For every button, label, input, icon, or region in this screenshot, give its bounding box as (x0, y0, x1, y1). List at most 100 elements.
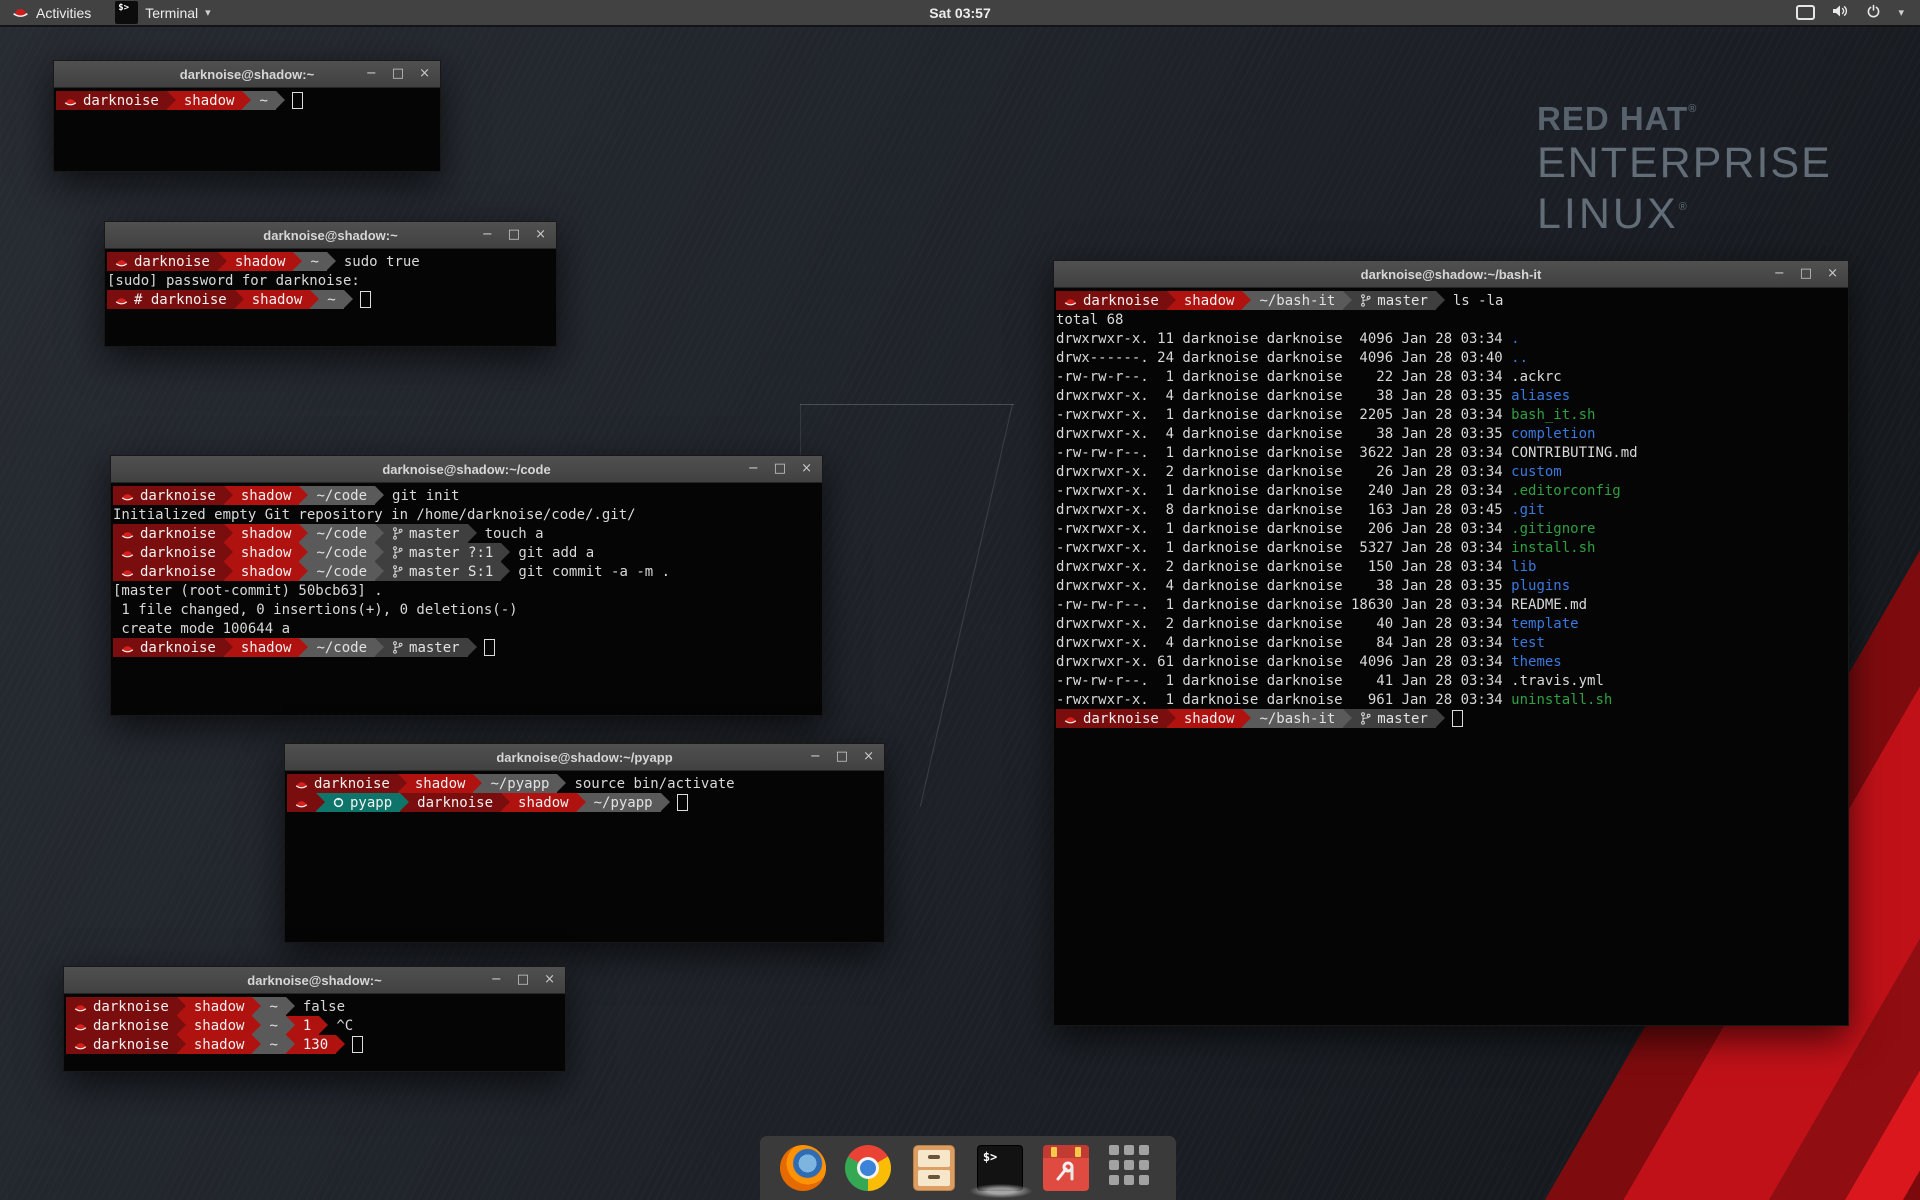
close-button[interactable]: × (1827, 261, 1838, 287)
file-name: plugins (1511, 578, 1570, 594)
display-icon[interactable] (1796, 5, 1815, 20)
segment-label: shadow (194, 999, 245, 1015)
terminal-line: -rwxrwxr-x. 1 darknoise darknoise 5327 J… (1056, 538, 1846, 557)
maximize-button[interactable]: □ (508, 222, 520, 248)
segment-label: ~ (327, 292, 335, 308)
powerline-separator (286, 1035, 295, 1054)
terminal-line: [sudo] password for darknoise: (107, 271, 554, 290)
powerline-separator (1343, 291, 1352, 310)
prompt-user-segment: darknoise (113, 486, 224, 505)
system-status-area[interactable]: ▾ (1796, 0, 1920, 26)
minimize-button[interactable]: − (366, 61, 377, 87)
window-titlebar[interactable]: darknoise@shadow:~ −□ × (64, 967, 565, 994)
powerline-separator (501, 562, 510, 581)
ls-columns: drwxrwxr-x. 2 darknoise darknoise 26 Jan… (1056, 464, 1511, 480)
power-icon[interactable] (1866, 4, 1881, 22)
prompt-git-segment: master (1352, 709, 1436, 728)
window-titlebar[interactable]: darknoise@shadow:~/code −□× (111, 456, 822, 483)
terminal-line: [master (root-commit) 50bcb63] . (113, 581, 820, 600)
segment-label: ~/bash-it (1259, 711, 1335, 727)
powerline-separator (375, 562, 384, 581)
terminal-cursor (677, 794, 688, 811)
files-icon[interactable] (913, 1145, 955, 1191)
ls-columns: drwxrwxr-x. 4 darknoise darknoise 84 Jan… (1056, 635, 1511, 651)
prompt-user-segment: darknoise (66, 1016, 177, 1035)
prompt-path-segment: ~/pyapp (586, 793, 661, 812)
terminal-line: Initialized empty Git repository in /hom… (113, 505, 820, 524)
terminal-content[interactable]: darknoiseshadow~/bash-itmasterls -latota… (1054, 288, 1848, 1025)
activities-button[interactable]: Activities (0, 0, 103, 26)
ls-columns: drwxrwxr-x. 4 darknoise darknoise 38 Jan… (1056, 578, 1511, 594)
window-titlebar[interactable]: darknoise@shadow:~/pyapp −□× (285, 744, 884, 771)
terminal-line: drwxrwxr-x. 8 darknoise darknoise 163 Ja… (1056, 500, 1846, 519)
segment-label: ~/code (316, 640, 367, 656)
ls-columns: -rwxrwxr-x. 1 darknoise darknoise 206 Ja… (1056, 521, 1511, 537)
file-name: .ackrc (1511, 369, 1562, 385)
terminal-icon[interactable]: $> (977, 1145, 1023, 1191)
prompt-host-segment: shadow (227, 252, 294, 271)
close-button[interactable]: × (863, 744, 874, 770)
prompt-host-segment: shadow (176, 91, 243, 110)
close-button[interactable]: × (544, 967, 555, 993)
segment-label: pyapp (350, 795, 392, 811)
prompt-path-segment: ~ (319, 290, 343, 309)
prompt-user-segment: darknoise (56, 91, 167, 110)
terminal-content[interactable]: darknoiseshadow~sudo true[sudo] password… (105, 249, 556, 346)
prompt-path-segment: ~/bash-it (1251, 709, 1343, 728)
firefox-icon[interactable] (780, 1145, 826, 1191)
terminal-content[interactable]: darknoiseshadow~ (54, 88, 440, 171)
minimize-button[interactable]: − (810, 744, 821, 770)
app-menu[interactable]: $> Terminal ▾ (103, 0, 222, 26)
segment-label: shadow (194, 1037, 245, 1053)
clock-area: Sat 03:57 (0, 5, 1920, 21)
window-title: darknoise@shadow:~ (64, 973, 565, 988)
file-name: .travis.yml (1511, 673, 1604, 689)
volume-icon[interactable] (1832, 4, 1849, 21)
file-name: CONTRIBUTING.md (1511, 445, 1637, 461)
close-button[interactable]: × (419, 61, 430, 87)
window-titlebar[interactable]: darknoise@shadow:~ −□× (105, 222, 556, 249)
terminal-line: -rw-rw-r--. 1 darknoise darknoise 3622 J… (1056, 443, 1846, 462)
terminal-content[interactable]: darknoiseshadow~falsedarknoiseshadow~1^C… (64, 994, 565, 1071)
app-grid-icon[interactable] (1108, 1144, 1156, 1192)
terminal-cursor (484, 639, 495, 656)
terminal-line: darknoiseshadow~/codemaster S:1git commi… (113, 562, 820, 581)
clock[interactable]: Sat 03:57 (929, 5, 990, 21)
terminal-content[interactable]: darknoiseshadow~/pyappsource bin/activat… (285, 771, 884, 942)
toolbox-icon[interactable] (1043, 1145, 1089, 1191)
terminal-line: drwxrwxr-x. 2 darknoise darknoise 40 Jan… (1056, 614, 1846, 633)
window-titlebar[interactable]: darknoise@shadow:~/bash-it −□× (1054, 261, 1848, 288)
file-name: template (1511, 616, 1578, 632)
registered-mark: ® (1679, 201, 1690, 213)
maximize-button[interactable]: □ (774, 456, 786, 482)
wallpaper-line (920, 404, 1013, 807)
segment-label: ~ (269, 1037, 277, 1053)
maximize-button[interactable]: □ (836, 744, 848, 770)
file-name: aliases (1511, 388, 1570, 404)
logo-linux: LINUX (1537, 190, 1679, 238)
terminal-content[interactable]: darknoiseshadow~/codegit initInitialized… (111, 483, 822, 715)
maximize-button[interactable]: □ (1800, 261, 1812, 287)
minimize-button[interactable]: − (491, 967, 502, 993)
ls-columns: -rw-rw-r--. 1 darknoise darknoise 41 Jan… (1056, 673, 1511, 689)
maximize-button[interactable]: □ (517, 967, 529, 993)
minimize-button[interactable]: − (748, 456, 759, 482)
prompt-path-segment: ~/pyapp (482, 774, 557, 793)
redhat-icon (295, 779, 308, 789)
powerline-separator (1242, 709, 1251, 728)
chrome-icon[interactable] (845, 1145, 891, 1191)
drawer (918, 1170, 950, 1187)
powerline-separator (468, 524, 477, 543)
minimize-button[interactable]: − (1774, 261, 1785, 287)
maximize-button[interactable]: □ (392, 61, 404, 87)
chevron-down-icon[interactable]: ▾ (1898, 6, 1904, 19)
minimize-button[interactable]: − (482, 222, 493, 248)
powerline-separator (319, 1016, 328, 1035)
file-name: bash_it.sh (1511, 407, 1595, 423)
prompt-path-segment: ~/code (308, 543, 375, 562)
close-button[interactable]: × (801, 456, 812, 482)
close-button[interactable]: × (535, 222, 546, 248)
segment-label: master (1377, 711, 1428, 727)
window-titlebar[interactable]: darknoise@shadow:~ −□× (54, 61, 440, 88)
running-indicator-glow (970, 1184, 1032, 1198)
